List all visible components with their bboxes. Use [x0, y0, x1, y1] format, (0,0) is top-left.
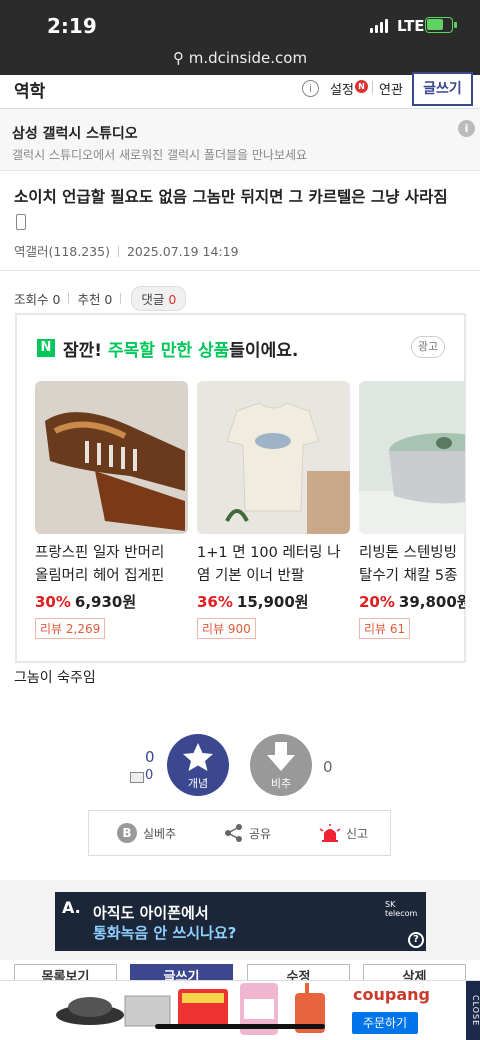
review-badge: 리뷰 900: [197, 618, 256, 639]
downvote-count: 0: [323, 758, 333, 776]
post-meta: 역갤러(118.235) 2025.07.19 14:19: [14, 241, 239, 260]
arrow-down-icon: [267, 742, 295, 771]
review-badge: 리뷰 61: [359, 618, 411, 639]
mobile-icon: [16, 214, 26, 230]
product-card[interactable]: 프랑스핀 일자 반머리올림머리 헤어 집게핀 30% 6,930원 리뷰 2,26…: [35, 381, 188, 639]
post-title: 소이치 언급할 필요도 없음 그놈만 뒤지면 그 카르텔은 그냥 사라짐: [14, 188, 448, 206]
divider: [0, 270, 480, 271]
product-image[interactable]: [35, 381, 188, 534]
ad-headline: 잠깐! 주목할 만한 상품들이에요.: [63, 341, 299, 361]
product-name: 올림머리 헤어 집게핀: [35, 568, 165, 584]
price: 15,900원: [236, 593, 309, 611]
network-label: LTE: [397, 17, 425, 35]
share-bar: B 실베추 공유 신고: [88, 810, 391, 856]
review-badge: 리뷰 2,269: [35, 618, 106, 639]
siren-icon: [319, 824, 341, 842]
star-icon: [183, 743, 213, 771]
author[interactable]: 역갤러(118.235): [14, 244, 110, 259]
coupang-logo: coupang: [353, 985, 430, 1004]
product-carousel[interactable]: 프랑스핀 일자 반머리올림머리 헤어 집게핀 30% 6,930원 리뷰 2,26…: [35, 381, 465, 643]
post-date: 2025.07.19 14:19: [126, 244, 239, 259]
post-stats: 조회수 0 추천 0 댓글 0: [14, 286, 187, 311]
product-name: 염 기본 이너 반팔: [197, 568, 305, 584]
divider: [372, 81, 373, 94]
clock: 2:19: [47, 14, 97, 38]
product-name: 1+1 면 100 레터링 나: [197, 545, 341, 561]
write-button[interactable]: 글쓰기: [412, 72, 473, 106]
product-image[interactable]: [359, 381, 465, 534]
sk-banner-ad[interactable]: A. 아직도 아이폰에서 통화녹음 안 쓰시나요? SK telecom ?: [55, 892, 426, 951]
info-icon[interactable]: i: [302, 80, 319, 97]
gallery-title[interactable]: 역학: [14, 77, 45, 102]
ad-product-images: [56, 983, 325, 1035]
upvote-fixed-count: 0: [145, 768, 154, 783]
share-button[interactable]: 공유: [224, 811, 271, 855]
discount: 20%: [359, 593, 395, 611]
product-name: 프랑스핀 일자 반머리: [35, 545, 165, 561]
fixed-nick-icon: [130, 772, 144, 783]
ad-label[interactable]: 광고: [411, 336, 445, 358]
home-indicator[interactable]: [155, 1024, 325, 1029]
ad-line1: 아직도 아이폰에서: [93, 904, 209, 922]
promo-banner[interactable]: 삼성 갤럭시 스튜디오 갤럭시 스튜디오에서 새로워진 갤럭시 폴더블을 만나보…: [0, 108, 480, 171]
status-bar: 2:19 LTE ⚲ m.dcinside.com: [0, 0, 480, 75]
share-icon: [225, 824, 242, 842]
downvote-label: 비추: [270, 777, 292, 790]
product-card[interactable]: 1+1 면 100 레터링 나염 기본 이너 반팔 36% 15,900원 리뷰 …: [197, 381, 350, 639]
product-card[interactable]: 리빙톤 스텐빙빙탈수기 채칼 5종 20% 39,800원 리뷰 61: [359, 381, 465, 639]
ad-info-icon[interactable]: i: [458, 120, 475, 137]
discount: 30%: [35, 593, 71, 611]
price: 39,800원: [398, 593, 465, 611]
help-icon[interactable]: ?: [408, 932, 424, 948]
settings-link[interactable]: 설정: [330, 79, 354, 98]
related-link[interactable]: 연관: [379, 79, 403, 98]
lock-icon: ⚲: [172, 49, 189, 67]
url-text: m.dcinside.com: [188, 49, 308, 67]
coupang-ad[interactable]: coupang 주문하기 CLOSE: [0, 980, 480, 1040]
gallery-header: 역학 i 설정 N 연관 글쓰기: [0, 72, 480, 107]
address-bar[interactable]: ⚲ m.dcinside.com: [0, 49, 480, 67]
comment-count-button[interactable]: 댓글 0: [131, 286, 187, 311]
discount: 36%: [197, 593, 233, 611]
view-count: 조회수 0: [14, 292, 61, 307]
price: 6,930원: [74, 593, 137, 611]
report-button[interactable]: 신고: [319, 811, 368, 855]
signal-icon: [370, 19, 388, 33]
naver-logo: N: [37, 339, 55, 357]
upvote-count: 0: [145, 748, 155, 766]
downvote-button[interactable]: 비추: [250, 734, 312, 796]
best-icon: B: [117, 823, 137, 843]
upvote-label: 개념: [187, 777, 209, 790]
product-name: 리빙톤 스텐빙빙: [359, 545, 457, 561]
new-badge: N: [355, 80, 368, 93]
promo-subtitle: 갤럭시 스튜디오에서 새로워진 갤럭시 폴더블을 만나보세요: [12, 148, 308, 162]
close-ad-button[interactable]: CLOSE: [466, 981, 480, 1040]
recommend-count: 추천 0: [77, 292, 113, 307]
shopping-ad: N 잠깐! 주목할 만한 상품들이에요. 광고 프랑스핀 일자 반머리올림머리 …: [15, 313, 466, 663]
promo-title: 삼성 갤럭시 스튜디오: [12, 126, 138, 142]
sk-logo: SK telecom: [385, 900, 418, 918]
adot-logo: A.: [62, 898, 81, 917]
best-report-button[interactable]: B 실베추: [117, 811, 176, 855]
ad-line2: 통화녹음 안 쓰시나요?: [93, 924, 237, 942]
post-body: 그놈이 숙주임: [14, 670, 96, 686]
product-name: 탈수기 채칼 5종: [359, 568, 458, 584]
product-image[interactable]: [197, 381, 350, 534]
battery-icon: [425, 17, 457, 33]
order-button[interactable]: 주문하기: [352, 1012, 418, 1034]
upvote-button[interactable]: 개념: [167, 734, 229, 796]
